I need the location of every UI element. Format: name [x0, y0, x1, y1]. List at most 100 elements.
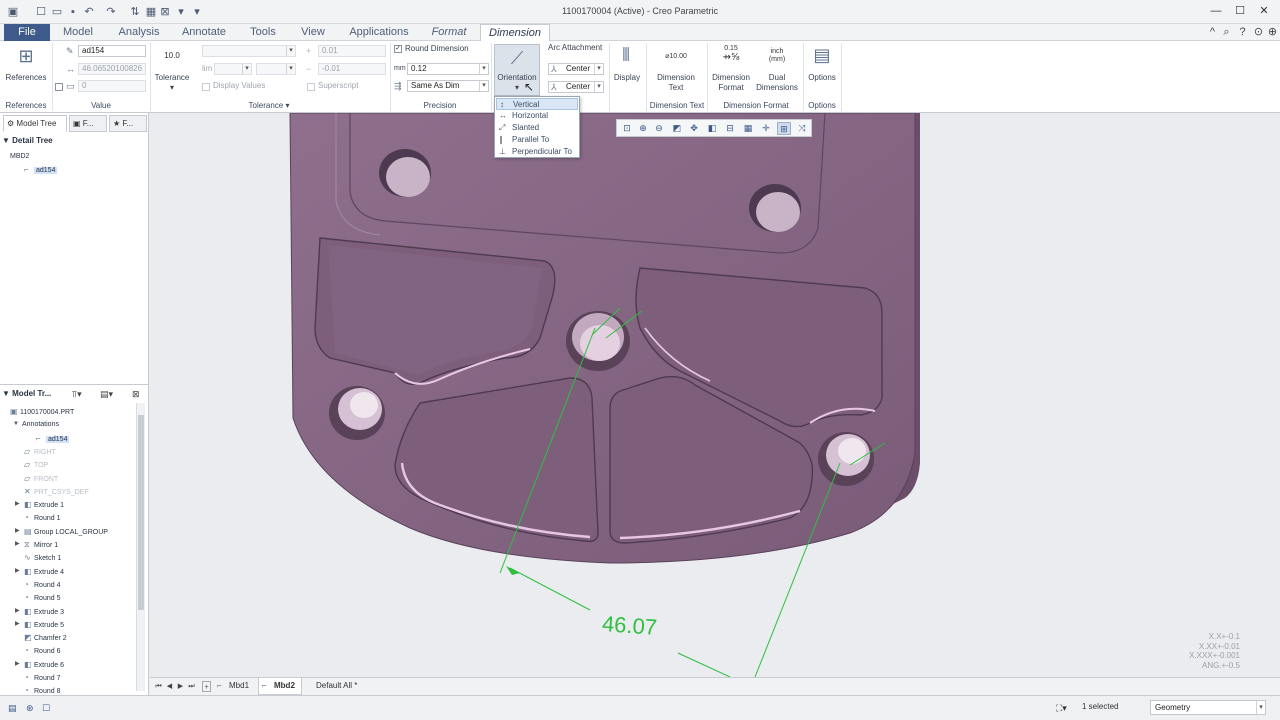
- tree-item-1100170004-prt[interactable]: ▣ 1100170004.PRT: [10, 405, 74, 418]
- tree-item-extrude-5[interactable]: ▶ ◧ Extrude 5: [15, 618, 64, 631]
- detail-tree-header[interactable]: ▼ Detail Tree: [2, 134, 147, 148]
- saved-orientations-icon[interactable]: ⊟: [723, 122, 737, 135]
- reorient-icon[interactable]: ✥: [687, 122, 701, 135]
- find-icon[interactable]: ⛶▾: [1056, 702, 1067, 714]
- round-dimension-checkbox[interactable]: ✓: [394, 45, 402, 53]
- override-value-field[interactable]: 0: [78, 80, 146, 92]
- tree-item-top[interactable]: ▱ TOP: [24, 458, 48, 471]
- fullscreen-icon[interactable]: ☐: [42, 702, 50, 714]
- tree-item-extrude-6[interactable]: ▶ ◧ Extrude 6: [15, 658, 64, 671]
- display-button[interactable]: Display: [610, 73, 644, 83]
- expand-icon[interactable]: ▶: [15, 525, 20, 538]
- last-tab-icon[interactable]: ⏭: [187, 681, 196, 692]
- detail-tree-item[interactable]: ⌐ ad154: [24, 163, 58, 176]
- maximize-icon[interactable]: ☐: [1230, 3, 1250, 19]
- tab-model[interactable]: Model: [56, 24, 100, 41]
- lower-tolerance-field[interactable]: -0.01: [318, 63, 386, 75]
- expand-icon[interactable]: ▶: [15, 498, 20, 511]
- dimension-text-button[interactable]: Dimension Text: [650, 73, 702, 93]
- search-icon[interactable]: ⌕: [1220, 26, 1233, 39]
- tab-mbd1[interactable]: ⌐ Mbd1: [214, 678, 258, 695]
- prev-tab-icon[interactable]: ◀: [165, 681, 174, 692]
- tab-default-all[interactable]: Default All *: [306, 678, 370, 695]
- refit-icon[interactable]: ⊡: [620, 122, 634, 135]
- selection-filter-select[interactable]: Geometry ▾: [1150, 700, 1266, 715]
- menu-item-slanted[interactable]: ⤢ Slanted: [496, 122, 578, 134]
- add-tab-icon[interactable]: +: [202, 681, 211, 692]
- expand-icon[interactable]: ▶: [15, 538, 20, 551]
- tree-columns-icon[interactable]: ▤▾: [100, 388, 113, 400]
- tree-item-round-5[interactable]: ◔ Round 5: [24, 591, 60, 604]
- regenerate-icon[interactable]: ⇅: [128, 5, 142, 19]
- tolerance-type-select[interactable]: ▾: [202, 45, 296, 57]
- expand-icon[interactable]: ▶: [15, 565, 20, 578]
- display-icon[interactable]: ⫴: [614, 44, 638, 66]
- display-values-checkbox[interactable]: [202, 83, 210, 91]
- expand-icon[interactable]: ▶: [15, 658, 20, 671]
- tree-item-prt-csys-def[interactable]: ✕ PRT_CSYS_DEF: [24, 485, 89, 498]
- menu-item-vertical[interactable]: ↕ Vertical: [496, 98, 578, 110]
- menu-item-horizontal[interactable]: ↔ Horizontal: [496, 110, 578, 122]
- menu-item-perpendicular-to[interactable]: ⊥ Perpendicular To: [496, 146, 578, 158]
- tree-item-right[interactable]: ▱ RIGHT: [24, 445, 56, 458]
- browser-toggle-icon[interactable]: ⊛: [26, 702, 34, 714]
- close-icon[interactable]: ✕: [1254, 3, 1274, 19]
- tab-view[interactable]: View: [296, 24, 330, 41]
- arc-attachment-second-select[interactable]: ⅄ Center ▾: [548, 81, 604, 93]
- windows-icon[interactable]: ▦: [144, 5, 158, 19]
- collapse-ribbon-icon[interactable]: ^: [1206, 26, 1219, 39]
- datum-display-icon[interactable]: ✛: [759, 122, 773, 135]
- nominal-value-field[interactable]: 46.06520100826: [78, 63, 146, 75]
- customize-icon[interactable]: ▾: [190, 5, 204, 19]
- group-tolerance-label[interactable]: Tolerance ▾: [152, 100, 386, 112]
- first-tab-icon[interactable]: ⏮: [154, 681, 163, 692]
- menu-item-parallel-to[interactable]: ∥ Parallel To: [496, 134, 578, 146]
- ribbon-more-icon[interactable]: ⊕: [1266, 26, 1279, 39]
- tab-file[interactable]: File: [4, 24, 50, 41]
- arc-attachment-first-select[interactable]: ⅄ Center ▾: [548, 63, 604, 75]
- spin-center-icon[interactable]: ⤨: [795, 122, 809, 135]
- close-window-icon[interactable]: ⊠: [158, 5, 172, 19]
- tree-item-chamfer-2[interactable]: ◩ Chamfer 2: [24, 631, 67, 644]
- expand-icon[interactable]: ▼: [13, 418, 19, 431]
- tab-annotate[interactable]: Annotate: [178, 24, 230, 41]
- override-checkbox[interactable]: [55, 83, 63, 91]
- tree-item-round-7[interactable]: ◔ Round 7: [24, 671, 60, 684]
- new-file-icon[interactable]: ☐: [34, 5, 48, 19]
- next-tab-icon[interactable]: ▶: [176, 681, 185, 692]
- tab-favorites[interactable]: ★ F...: [109, 115, 147, 132]
- tab-mbd2[interactable]: ⌐ Mbd2: [258, 678, 302, 695]
- upper-tolerance-field[interactable]: 0.01: [318, 45, 386, 57]
- graphics-window[interactable]: 46.07: [150, 113, 1280, 677]
- tolerance-decimals-select[interactable]: Same As Dim ▾: [407, 80, 489, 92]
- annotation-display-icon[interactable]: ⊞: [777, 122, 791, 135]
- references-icon[interactable]: ⊞: [14, 45, 38, 67]
- tree-item-extrude-3[interactable]: ▶ ◧ Extrude 3: [15, 605, 64, 618]
- decimal-places-select[interactable]: 0.12 ▾: [407, 63, 489, 75]
- part-model[interactable]: [150, 113, 1280, 677]
- scrollbar-thumb[interactable]: [138, 415, 144, 610]
- tolerance-icon[interactable]: 10.0: [154, 51, 190, 61]
- tolerance-button[interactable]: Tolerance: [152, 73, 192, 83]
- help-icon[interactable]: ?: [1236, 26, 1249, 39]
- options-icon[interactable]: ▤: [810, 44, 834, 66]
- model-tree-scrollbar[interactable]: [136, 403, 145, 691]
- navigator-toggle-icon[interactable]: ▤: [8, 702, 17, 714]
- tree-item-round-6[interactable]: ◔ Round 6: [24, 644, 60, 657]
- tab-folder-browser[interactable]: ▣ F...: [69, 115, 107, 132]
- tree-item-annotations[interactable]: ▼ Annotations: [13, 418, 59, 431]
- repaint-icon[interactable]: ◩: [670, 122, 684, 135]
- undo-icon[interactable]: ↶: [82, 5, 96, 19]
- app-icon[interactable]: ▣: [6, 5, 20, 19]
- zoom-out-icon[interactable]: ⊖: [652, 122, 666, 135]
- tree-item-sketch-1[interactable]: ∿ Sketch 1: [24, 551, 61, 564]
- detail-tree-root[interactable]: MBD2: [10, 150, 29, 163]
- dimension-text-icon[interactable]: ⌀10.00: [656, 52, 696, 62]
- redo-icon[interactable]: ↷: [104, 5, 118, 19]
- tree-item-extrude-4[interactable]: ▶ ◧ Extrude 4: [15, 565, 64, 578]
- minimize-icon[interactable]: —: [1206, 3, 1226, 19]
- display-style-icon[interactable]: ◧: [705, 122, 719, 135]
- tree-item-mirror-1[interactable]: ▶ ⧖ Mirror 1: [15, 538, 58, 551]
- lim-upper-select[interactable]: ▾: [214, 63, 252, 75]
- tab-applications[interactable]: Applications: [344, 24, 414, 41]
